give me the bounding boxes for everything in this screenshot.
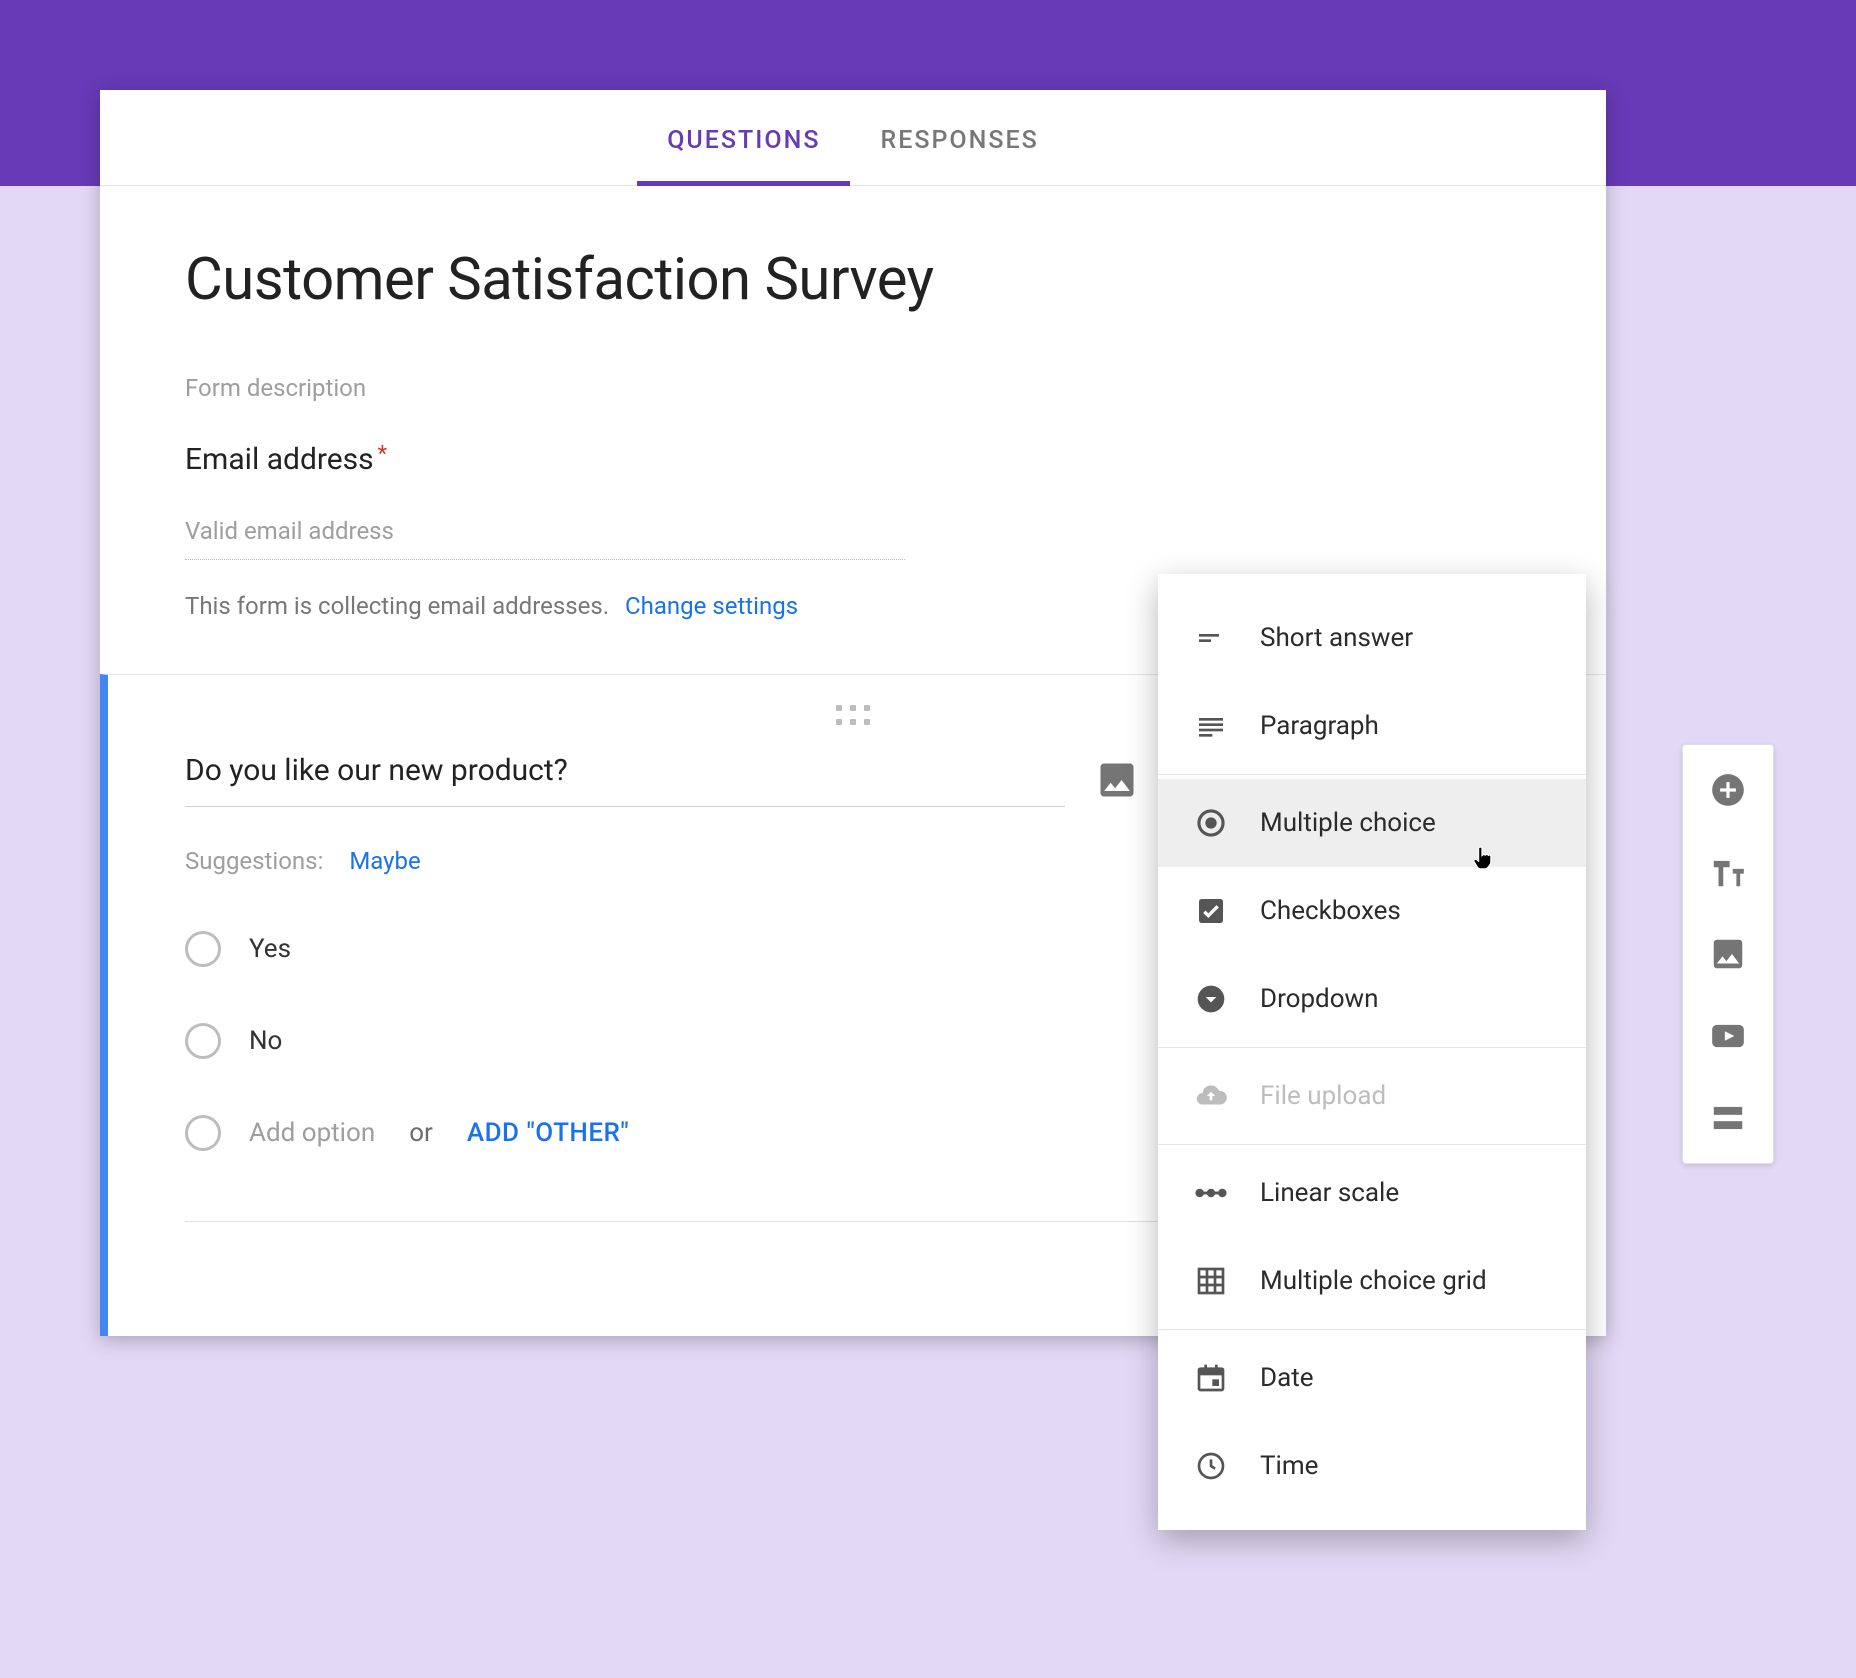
add-section-button[interactable] (1709, 1099, 1747, 1137)
email-label-text: Email address (185, 442, 374, 477)
cloud-upload-icon (1192, 1077, 1230, 1115)
type-paragraph[interactable]: Paragraph (1158, 682, 1586, 770)
question-type-menu: Short answer Paragraph Multiple choice C… (1158, 574, 1586, 1530)
email-label: Email address* (185, 442, 1521, 477)
add-option-input[interactable]: Add option (249, 1118, 375, 1148)
type-label: Paragraph (1260, 711, 1379, 741)
tab-questions[interactable]: QUESTIONS (637, 126, 850, 185)
email-input[interactable]: Valid email address (185, 517, 905, 560)
type-date[interactable]: Date (1158, 1334, 1586, 1422)
add-image-button[interactable] (1709, 935, 1747, 973)
dropdown-icon (1192, 980, 1230, 1018)
option-input[interactable]: No (249, 1026, 282, 1056)
suggestion-chip[interactable]: Maybe (349, 847, 420, 875)
form-description-placeholder[interactable]: Form description (185, 374, 1521, 402)
calendar-icon (1192, 1359, 1230, 1397)
radio-icon (185, 1115, 221, 1151)
or-text: or (409, 1118, 433, 1148)
type-time[interactable]: Time (1158, 1422, 1586, 1510)
add-question-button[interactable] (1709, 771, 1747, 809)
radio-icon (185, 931, 221, 967)
change-settings-link[interactable]: Change settings (625, 592, 798, 620)
type-file-upload: File upload (1158, 1052, 1586, 1140)
add-other-button[interactable]: ADD "OTHER" (467, 1118, 629, 1148)
cursor-pointer-icon (1470, 845, 1496, 871)
type-multiple-choice[interactable]: Multiple choice (1158, 779, 1586, 867)
type-short-answer[interactable]: Short answer (1158, 594, 1586, 682)
type-multiple-choice-grid[interactable]: Multiple choice grid (1158, 1237, 1586, 1325)
add-image-icon[interactable] (1095, 758, 1139, 802)
type-label: Checkboxes (1260, 896, 1401, 926)
type-label: Short answer (1260, 623, 1413, 653)
menu-separator (1158, 1047, 1586, 1048)
suggestions-label: Suggestions: (185, 847, 323, 875)
add-title-button[interactable] (1709, 853, 1747, 891)
type-dropdown[interactable]: Dropdown (1158, 955, 1586, 1043)
question-title-input[interactable]: Do you like our new product? (185, 753, 1065, 807)
required-asterisk: * (378, 442, 387, 467)
menu-separator (1158, 1329, 1586, 1330)
add-video-button[interactable] (1709, 1017, 1747, 1055)
grid-icon (1192, 1262, 1230, 1300)
form-title[interactable]: Customer Satisfaction Survey (185, 246, 1521, 314)
linear-scale-icon (1192, 1174, 1230, 1212)
tab-responses[interactable]: RESPONSES (850, 126, 1068, 185)
menu-separator (1158, 774, 1586, 775)
radio-button-icon (1192, 804, 1230, 842)
type-checkboxes[interactable]: Checkboxes (1158, 867, 1586, 955)
form-header: Customer Satisfaction Survey Form descri… (100, 186, 1606, 442)
type-linear-scale[interactable]: Linear scale (1158, 1149, 1586, 1237)
type-label: Multiple choice grid (1260, 1266, 1487, 1296)
menu-separator (1158, 1144, 1586, 1145)
radio-icon (185, 1023, 221, 1059)
short-answer-icon (1192, 619, 1230, 657)
option-input[interactable]: Yes (249, 934, 291, 964)
type-label: Date (1260, 1363, 1314, 1393)
type-label: Linear scale (1260, 1178, 1399, 1208)
type-label: Time (1260, 1451, 1318, 1481)
paragraph-icon (1192, 707, 1230, 745)
type-label: Dropdown (1260, 984, 1378, 1014)
clock-icon (1192, 1447, 1230, 1485)
type-label: Multiple choice (1260, 808, 1436, 838)
side-toolbar (1682, 744, 1774, 1164)
tab-bar: QUESTIONS RESPONSES (100, 90, 1606, 186)
collecting-text: This form is collecting email addresses. (185, 592, 609, 620)
type-label: File upload (1260, 1081, 1386, 1111)
checkbox-icon (1192, 892, 1230, 930)
